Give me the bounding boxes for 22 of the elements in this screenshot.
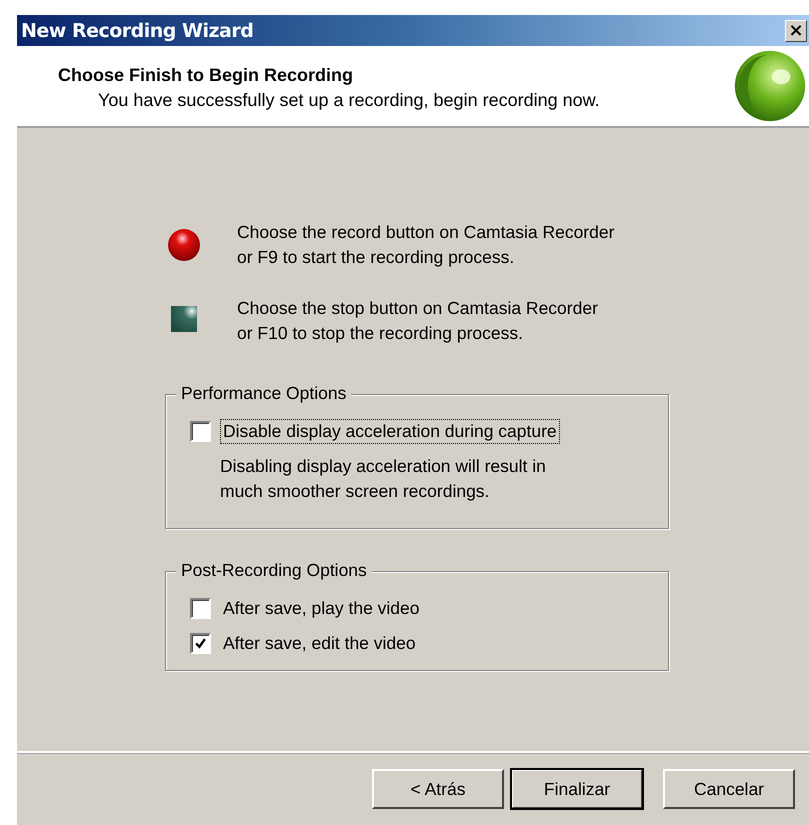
option-description: Disabling display acceleration will result in much smoother screen recordings. [219,455,547,503]
checkbox-label[interactable]: After save, edit the video [220,631,419,656]
instruction-text: Choose the stop button on Camtasia Recorder or F10 to stop the recording process. [237,297,598,345]
checkbox-label[interactable]: Disable display acceleration during capture [220,419,560,444]
wizard-button[interactable]: Cancelar [663,769,795,809]
record-icon [167,228,201,262]
instruction-text: Choose the record button on Camtasia Recorder or F9 to start the recording process. [237,221,614,269]
logo-icon [733,49,807,123]
close-button[interactable]: × [785,20,807,42]
page-heading: Choose Finish to Begin Recording [58,65,354,86]
checkbox-label[interactable]: After save, play the video [220,596,422,621]
window-title: New Recording Wizard [21,20,254,42]
page-subtitle: You have successfully set up a recording, begin recording now. [97,90,600,111]
checkbox[interactable] [190,421,211,442]
wizard-button[interactable]: < Atrás [372,769,504,809]
group-title: Post-Recording Options [176,560,372,581]
checkbox[interactable] [190,633,211,654]
wizard-button[interactable]: Finalizar [511,769,643,809]
group-title: Performance Options [176,383,352,404]
checkbox[interactable] [190,598,211,619]
stop-icon [171,306,197,332]
checkmark-icon [194,637,207,650]
